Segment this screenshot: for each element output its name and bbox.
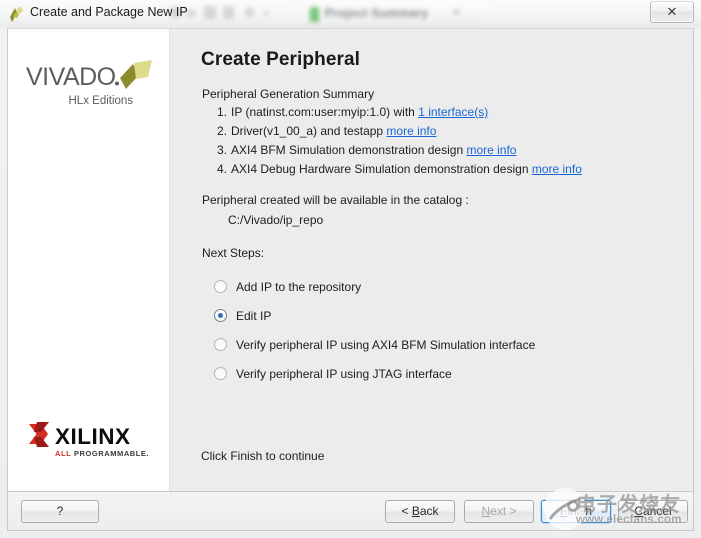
summary-item-number: 2. — [216, 124, 227, 138]
radio-label: Edit IP — [236, 308, 272, 323]
driver-more-info-link[interactable]: more info — [386, 124, 436, 138]
debug-hardware-more-info-link[interactable]: more info — [532, 162, 582, 176]
peripheral-generation-summary-list: 1. IP (natinst.com:user:myip:1.0) with 1 … — [210, 105, 582, 181]
finish-button[interactable]: Finish — [541, 500, 611, 523]
radio-verify-jtag[interactable]: Verify peripheral IP using JTAG interfac… — [214, 359, 535, 388]
summary-item-text: Driver(v1_00_a) and testapp — [231, 124, 387, 138]
wizard-content-pane: Create Peripheral Peripheral Generation … — [170, 29, 693, 491]
cancel-button-label: Cancel — [634, 504, 672, 518]
summary-item-text: AXI4 BFM Simulation demonstration design — [231, 143, 467, 157]
close-button[interactable]: ✕ — [650, 1, 694, 23]
page-title: Create Peripheral — [201, 49, 361, 70]
back-button-label: < Back — [401, 504, 439, 518]
window-title: Create and Package New IP — [30, 5, 188, 19]
radio-button-icon — [214, 280, 227, 293]
summary-item: 4. AXI4 Debug Hardware Simulation demonst… — [210, 162, 582, 181]
close-icon: ✕ — [666, 5, 678, 20]
summary-item: 3. AXI4 BFM Simulation demonstration desi… — [210, 143, 582, 162]
radio-label: Add IP to the repository — [236, 279, 362, 294]
titlebar: Create and Package New IP ✕ — [0, 0, 701, 28]
radio-button-selected-icon — [214, 309, 227, 322]
vivado-logo-icon — [8, 5, 26, 23]
finish-button-label: Finish — [559, 504, 593, 518]
next-button-label: Next > — [481, 504, 517, 518]
summary-item-text: AXI4 Debug Hardware Simulation demonstra… — [231, 162, 532, 176]
catalog-path-value: C:/Vivado/ip_repo — [228, 213, 324, 227]
radio-verify-axi4-bfm[interactable]: Verify peripheral IP using AXI4 BFM Simu… — [214, 330, 535, 359]
summary-item: 2. Driver(v1_00_a) and testapp more info — [210, 124, 582, 143]
summary-item-number: 4. — [216, 162, 227, 176]
radio-label: Verify peripheral IP using JTAG interfac… — [236, 366, 452, 381]
cancel-button[interactable]: Cancel — [618, 500, 688, 523]
svg-text:XILINX: XILINX — [55, 424, 131, 449]
summary-item-text: IP (natinst.com:user:myip:1.0) with — [231, 105, 419, 119]
radio-button-icon — [214, 367, 227, 380]
summary-item: 1. IP (natinst.com:user:myip:1.0) with 1 … — [210, 105, 582, 124]
wizard-footer: ? < Back Next > Finish Cancel — [7, 492, 694, 531]
vivado-brand-logo: VIVADO HLx Editions — [26, 59, 161, 117]
wizard-sidebar: VIVADO HLx Editions XILINX ALL PROGRAMMA… — [8, 29, 170, 491]
svg-text:PROGRAMMABLE.: PROGRAMMABLE. — [74, 449, 149, 458]
summary-item-number: 1. — [216, 105, 227, 119]
next-steps-radio-group: Add IP to the repository Edit IP Verify … — [214, 272, 535, 388]
bfm-simulation-more-info-link[interactable]: more info — [466, 143, 516, 157]
interface-count-link[interactable]: 1 interface(s) — [418, 105, 488, 119]
next-button[interactable]: Next > — [464, 500, 534, 523]
create-and-package-new-ip-window: Project Summary ✕ Create and Package New… — [0, 0, 701, 538]
radio-add-ip-to-repository[interactable]: Add IP to the repository — [214, 272, 535, 301]
xilinx-brand-logo: XILINX ALL PROGRAMMABLE. — [26, 419, 158, 461]
summary-section-label: Peripheral Generation Summary — [202, 87, 375, 101]
catalog-availability-label: Peripheral created will be available in … — [202, 193, 469, 207]
help-button[interactable]: ? — [21, 500, 99, 523]
next-steps-label: Next Steps: — [202, 246, 265, 260]
svg-text:VIVADO: VIVADO — [26, 63, 116, 91]
wizard-dialog-body: VIVADO HLx Editions XILINX ALL PROGRAMMA… — [7, 28, 694, 492]
svg-text:HLx Editions: HLx Editions — [69, 95, 134, 107]
radio-button-icon — [214, 338, 227, 351]
radio-label: Verify peripheral IP using AXI4 BFM Simu… — [236, 337, 536, 352]
radio-edit-ip[interactable]: Edit IP — [214, 301, 535, 330]
back-button[interactable]: < Back — [385, 500, 455, 523]
summary-item-number: 3. — [216, 143, 227, 157]
svg-text:ALL: ALL — [55, 449, 71, 458]
finish-hint-text: Click Finish to continue — [201, 449, 325, 463]
